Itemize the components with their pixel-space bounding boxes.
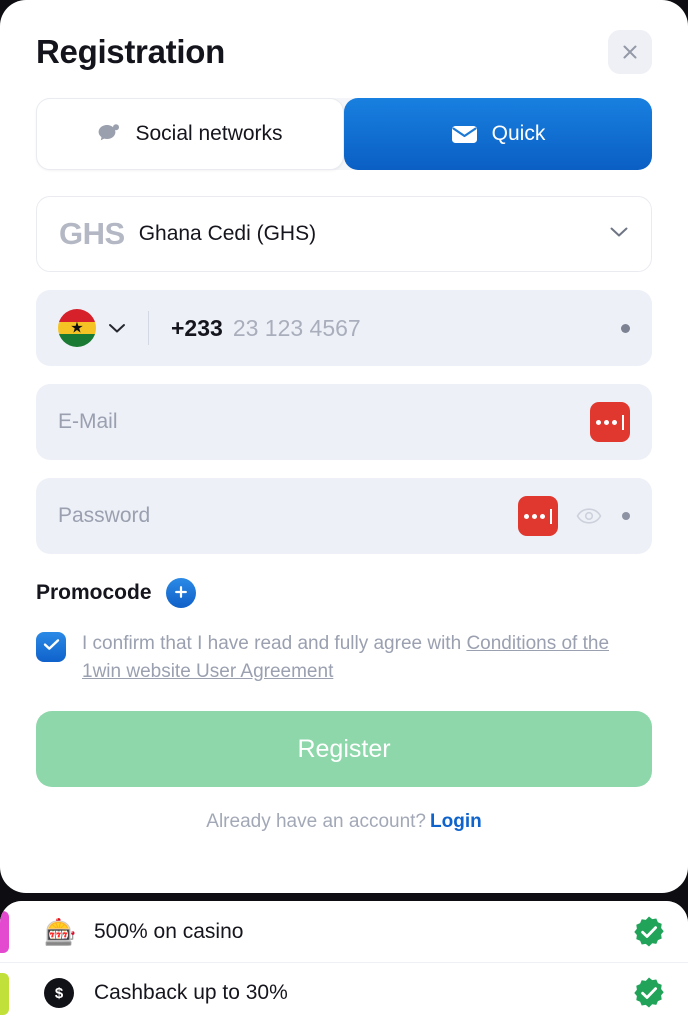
verified-badge-icon xyxy=(632,915,666,949)
currency-name: Ghana Cedi (GHS) xyxy=(138,222,317,245)
flag-star: ★ xyxy=(70,319,84,337)
app-root: Registration Social networks Quick GHS G… xyxy=(0,0,688,1024)
bonus-accent-bar xyxy=(0,911,9,953)
phone-input[interactable]: 23 123 4567 xyxy=(233,315,601,342)
tab-social-networks-label: Social networks xyxy=(135,122,283,145)
registration-form: GHS Ghana Cedi (GHS) ★ +233 23 123 4567 … xyxy=(0,196,688,833)
eye-icon[interactable] xyxy=(576,507,602,525)
verified-badge-icon xyxy=(632,976,666,1010)
login-prompt: Already have an account? xyxy=(206,811,426,833)
check-icon xyxy=(43,638,60,656)
tab-quick[interactable]: Quick xyxy=(344,98,652,170)
password-manager-icon[interactable] xyxy=(590,402,630,442)
bonus-accent-bar xyxy=(0,973,9,1015)
registration-method-tabs: Social networks Quick xyxy=(36,98,652,170)
close-icon xyxy=(620,42,640,62)
phone-field[interactable]: ★ +233 23 123 4567 xyxy=(36,290,652,366)
phone-trailing-dot-icon xyxy=(621,323,630,333)
login-link[interactable]: Login xyxy=(430,811,482,832)
bonus-list: 🎰 500% on casino $ Cashback up to 30% xyxy=(0,901,688,1024)
chevron-down-icon xyxy=(609,225,629,243)
plus-icon xyxy=(173,584,189,603)
currency-code: GHS xyxy=(59,216,125,251)
bonus-label: Cashback up to 30% xyxy=(94,981,288,1004)
tab-quick-label: Quick xyxy=(491,122,546,145)
promocode-row: Promocode xyxy=(36,578,652,608)
phone-dial-code: +233 xyxy=(171,314,223,341)
page-title: Registration xyxy=(36,33,225,70)
terms-checkbox[interactable] xyxy=(36,632,66,662)
bonus-row-casino[interactable]: 🎰 500% on casino xyxy=(0,901,688,962)
slot-machine-icon: 🎰 xyxy=(44,916,77,947)
field-divider xyxy=(148,311,149,345)
bonus-label: 500% on casino xyxy=(94,919,244,943)
password-field[interactable]: Password xyxy=(36,478,652,554)
register-button[interactable]: Register xyxy=(36,711,652,788)
terms-text: I confirm that I have read and fully agr… xyxy=(82,630,652,685)
login-row: Already have an account? Login xyxy=(36,811,652,833)
email-field[interactable]: E-Mail xyxy=(36,384,652,460)
password-input[interactable]: Password xyxy=(58,504,518,528)
promocode-add-button[interactable] xyxy=(165,578,196,608)
terms-lead-text: I confirm that I have read and fully agr… xyxy=(82,633,467,654)
bonus-row-cashback[interactable]: $ Cashback up to 30% xyxy=(0,962,688,1023)
registration-modal: Registration Social networks Quick GHS G… xyxy=(0,0,688,893)
password-trailing-dot-icon xyxy=(622,512,630,520)
ghana-flag-icon: ★ xyxy=(58,309,96,347)
chat-bubble-icon xyxy=(97,123,121,145)
envelope-icon xyxy=(451,124,478,145)
email-input[interactable]: E-Mail xyxy=(58,410,590,434)
currency-select[interactable]: GHS Ghana Cedi (GHS) xyxy=(36,196,652,272)
country-chevron-down-icon[interactable] xyxy=(108,323,126,334)
close-button[interactable] xyxy=(608,30,652,74)
terms-row: I confirm that I have read and fully agr… xyxy=(36,630,652,685)
cashback-coin-icon: $ xyxy=(44,978,78,1008)
promocode-label: Promocode xyxy=(36,581,152,604)
password-manager-icon[interactable] xyxy=(518,496,558,536)
tab-social-networks[interactable]: Social networks xyxy=(36,98,344,170)
modal-header: Registration xyxy=(0,0,688,74)
